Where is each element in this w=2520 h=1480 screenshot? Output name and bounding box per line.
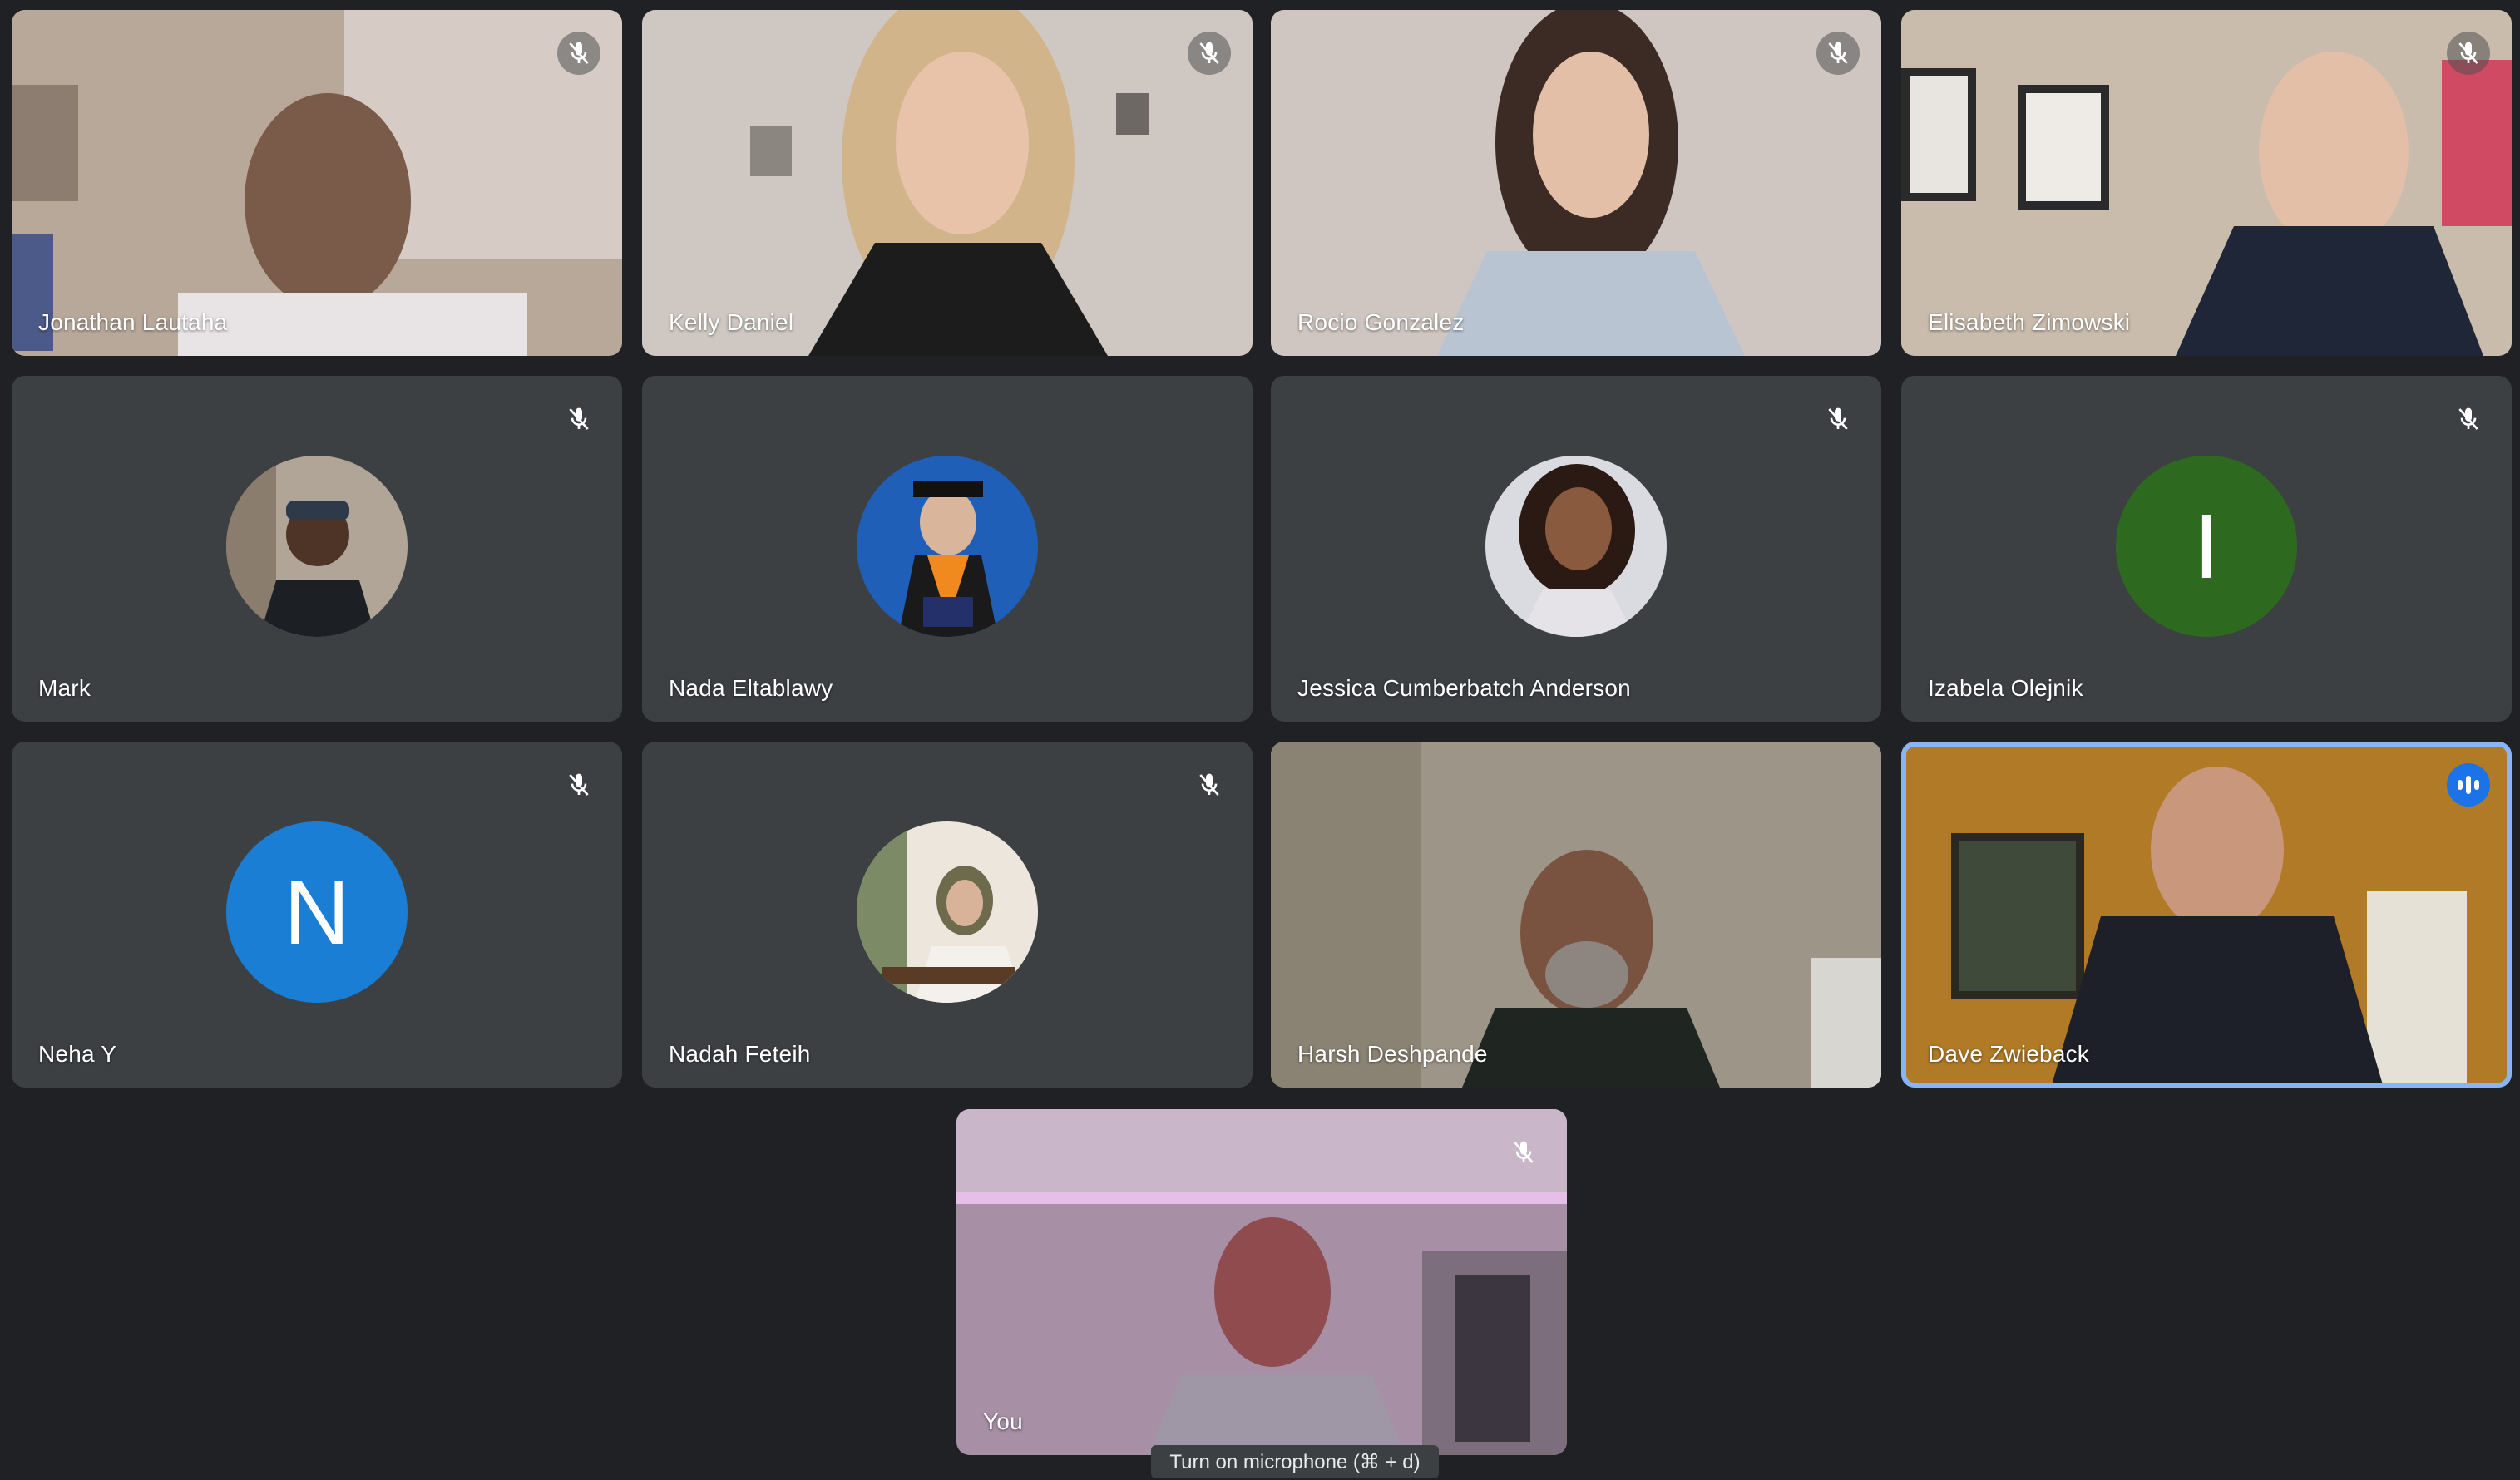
participant-tile-kelly[interactable]: Kelly Daniel [642,10,1253,356]
video-feed [956,1109,1567,1455]
participant-name: Jessica Cumberbatch Anderson [1297,675,1631,701]
self-view-tile[interactable]: You [956,1109,1567,1455]
avatar [1485,456,1667,637]
mic-off-icon [1816,32,1860,75]
video-feed [12,10,622,356]
participant-name: You [983,1408,1023,1434]
video-feed [642,10,1253,356]
participant-name: Kelly Daniel [669,309,794,335]
mic-off-icon [1188,32,1231,75]
mic-off-icon [557,397,600,441]
participant-name: Nada Eltablawy [669,675,833,701]
video-feed [1901,742,2512,1088]
avatar: N [226,821,408,1003]
participant-tile-jonathan[interactable]: Jonathan Lautaha [12,10,622,356]
avatar: I [2116,456,2297,637]
mic-off-icon [1188,763,1231,807]
meeting-grid: Jonathan Lautaha Kelly Daniel Rocio Gonz… [0,0,2520,1480]
participant-name: Jonathan Lautaha [38,309,228,335]
participant-name: Elisabeth Zimowski [1928,309,2131,335]
avatar [857,821,1038,1003]
participant-tile-izabela[interactable]: I Izabela Olejnik [1901,376,2512,722]
participant-name: Rocio Gonzalez [1297,309,1465,335]
audio-level-icon [2447,763,2490,807]
video-feed [1901,10,2512,356]
participant-name: Nadah Feteih [669,1041,811,1067]
mic-off-icon [557,32,600,75]
participant-name: Harsh Deshpande [1297,1041,1488,1067]
participant-tile-dave[interactable]: Dave Zwieback [1901,742,2512,1088]
mic-off-icon [2447,397,2490,441]
participant-name: Mark [38,675,91,701]
participant-tile-jessica[interactable]: Jessica Cumberbatch Anderson [1271,376,1881,722]
avatar [857,456,1038,637]
video-feed [1271,10,1881,356]
participant-name: Dave Zwieback [1928,1041,2090,1067]
participant-tile-rocio[interactable]: Rocio Gonzalez [1271,10,1881,356]
mic-off-icon [1502,1131,1545,1174]
avatar [226,456,408,637]
microphone-tooltip: Turn on microphone (⌘ + d) [1151,1445,1439,1478]
participant-tile-neha[interactable]: N Neha Y [12,742,622,1088]
participant-tile-harsh[interactable]: Harsh Deshpande [1271,742,1881,1088]
participant-tile-elisabeth[interactable]: Elisabeth Zimowski [1901,10,2512,356]
participant-name: Izabela Olejnik [1928,675,2083,701]
participant-tile-nadah[interactable]: Nadah Feteih [642,742,1253,1088]
video-feed [1271,742,1881,1088]
participant-name: Neha Y [38,1041,117,1067]
mic-off-icon [2447,32,2490,75]
mic-off-icon [1816,397,1860,441]
participant-tile-mark[interactable]: Mark [12,376,622,722]
participant-tile-nada[interactable]: Nada Eltablawy [642,376,1253,722]
mic-off-icon [557,763,600,807]
